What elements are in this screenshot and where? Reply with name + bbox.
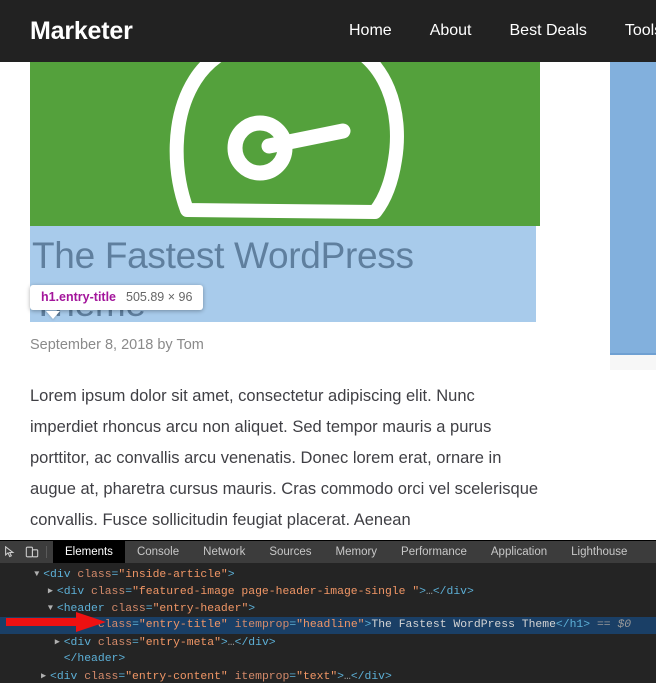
- red-arrow-annotation: [6, 612, 106, 632]
- tab-application[interactable]: Application: [479, 541, 559, 563]
- disclosure-triangle-icon[interactable]: ▼: [34, 566, 43, 583]
- sidebar-widget-gap: [610, 355, 656, 370]
- tab-network[interactable]: Network: [191, 541, 257, 563]
- site-brand[interactable]: Marketer: [30, 17, 133, 46]
- nav-item-home[interactable]: Home: [330, 22, 411, 40]
- speedometer-gauge-icon: [169, 62, 404, 219]
- tab-sources[interactable]: Sources: [257, 541, 323, 563]
- toolbar-divider: [46, 546, 47, 558]
- inspect-badge-dimensions: 505.89 × 96: [126, 290, 193, 304]
- site-header: Marketer Home About Best Deals Tools: [0, 0, 656, 62]
- nav-item-tools[interactable]: Tools: [606, 22, 656, 40]
- tab-performance[interactable]: Performance: [389, 541, 479, 563]
- dom-tree-row[interactable]: ▶ <div class="entry-content" itemprop="te…: [0, 668, 656, 683]
- inspect-badge-selector: h1.entry-title: [41, 290, 117, 304]
- disclosure-triangle-icon[interactable]: ▶: [55, 634, 64, 651]
- sidebar-widget[interactable]: [610, 370, 656, 540]
- tab-elements[interactable]: Elements: [53, 541, 125, 563]
- dom-tree-row[interactable]: </header>: [0, 651, 656, 668]
- dom-tree-row[interactable]: ▶ <div class="entry-meta">…</div>: [0, 634, 656, 651]
- element-inspect-badge: h1.entry-title 505.89 × 96: [30, 285, 204, 310]
- site-nav: Home About Best Deals Tools: [330, 0, 656, 62]
- nav-item-best-deals[interactable]: Best Deals: [491, 22, 606, 40]
- dom-tree-row[interactable]: ▶ <div class="featured-image page-header-…: [0, 583, 656, 600]
- entry-meta: September 8, 2018 by Tom: [30, 337, 204, 353]
- featured-image[interactable]: [30, 62, 540, 226]
- page-viewport[interactable]: The Fastest WordPress Theme September 8,…: [0, 62, 656, 540]
- disclosure-triangle-icon[interactable]: ▶: [48, 583, 57, 600]
- screenshot-root: Marketer Home About Best Deals Tools: [0, 0, 656, 683]
- entry-content: Lorem ipsum dolor sit amet, consectetur …: [30, 387, 539, 529]
- tab-console[interactable]: Console: [125, 541, 191, 563]
- tab-lighthouse[interactable]: Lighthouse: [559, 541, 639, 563]
- devtools-toolbar: Elements Console Network Sources Memory …: [0, 541, 656, 563]
- sidebar-widget-highlighted[interactable]: [610, 62, 656, 355]
- tab-memory[interactable]: Memory: [324, 541, 390, 563]
- nav-item-about[interactable]: About: [411, 22, 491, 40]
- inspect-badge-pointer: [46, 311, 60, 319]
- dom-tree-row[interactable]: ▼ <div class="inside-article">: [0, 566, 656, 583]
- devtools-tabs: Elements Console Network Sources Memory …: [53, 541, 639, 563]
- sidebar: [610, 62, 656, 540]
- disclosure-triangle-icon[interactable]: ▶: [41, 668, 50, 683]
- inspect-element-icon[interactable]: [0, 541, 20, 563]
- device-toolbar-icon[interactable]: [20, 541, 44, 563]
